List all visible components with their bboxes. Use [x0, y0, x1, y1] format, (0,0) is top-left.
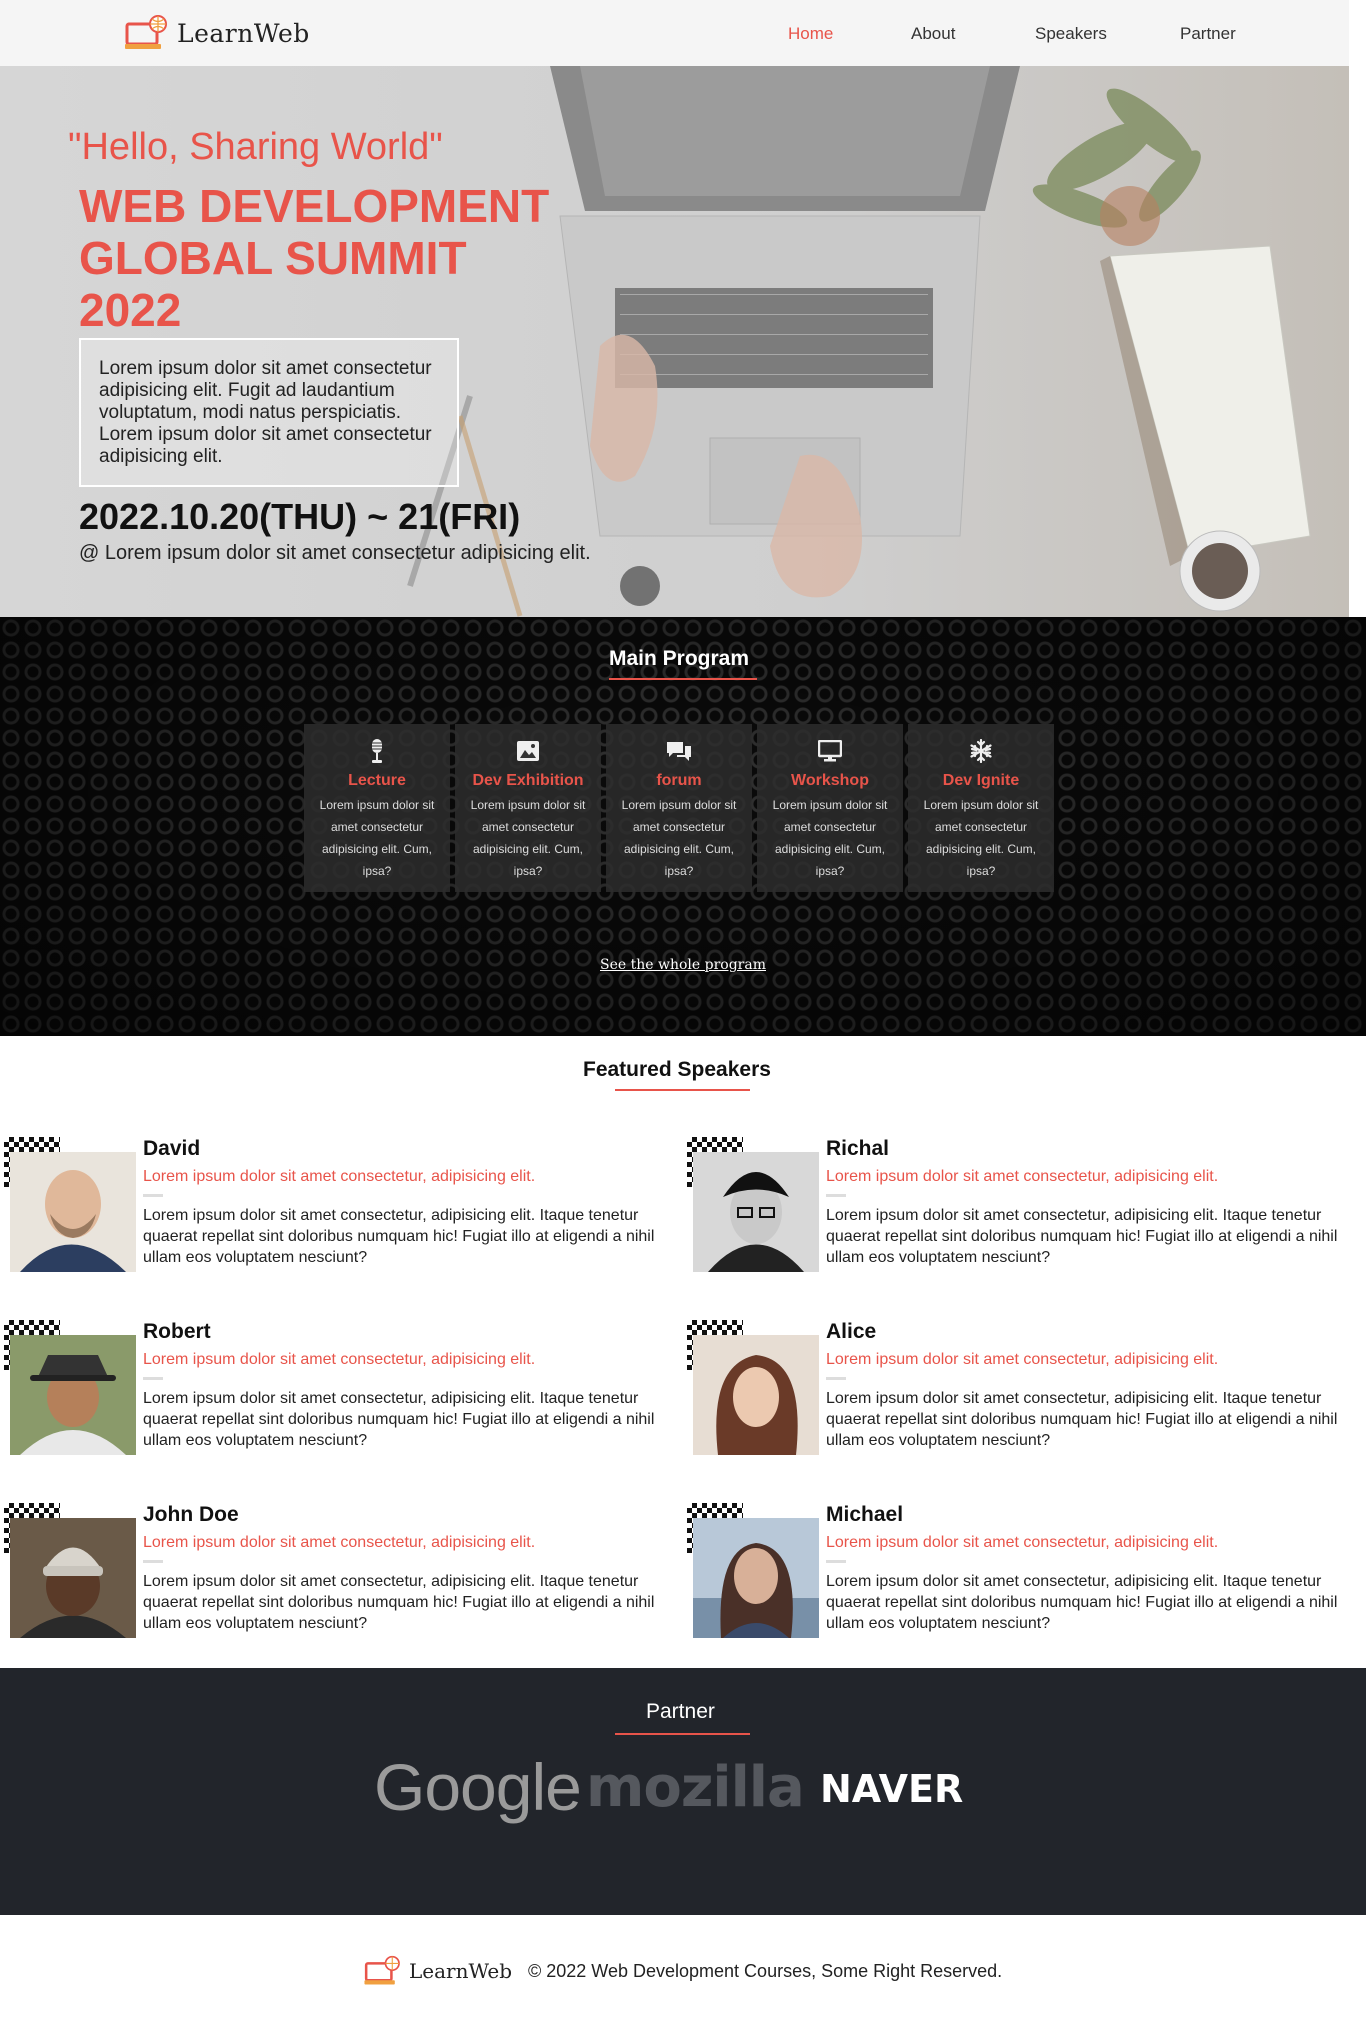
program-card-desc: Lorem ipsum dolor sit amet consectetur a… — [772, 798, 888, 878]
speaker-card[interactable]: Michael Lorem ipsum dolor sit amet conse… — [683, 1503, 1363, 1643]
site-logo[interactable]: LearnWeb — [125, 14, 310, 52]
snowflake-icon — [908, 738, 1054, 764]
naver-logo[interactable]: NAVER — [820, 1767, 963, 1811]
speaker-photo — [693, 1152, 819, 1272]
hero-title-line-1: WEB DEVELOPMENT — [79, 180, 550, 232]
nav-home[interactable]: Home — [788, 24, 833, 44]
program-card-dev-exhibition[interactable]: Dev Exhibition Lorem ipsum dolor sit ame… — [455, 724, 601, 892]
footer-logo[interactable]: LearnWeb — [364, 1955, 512, 1987]
speaker-role: Lorem ipsum dolor sit amet consectetur, … — [143, 1168, 536, 1185]
laptop-globe-logo-icon — [364, 1955, 400, 1985]
footer-logo-text: LearnWeb — [409, 1959, 513, 1983]
speaker-name: David — [143, 1137, 201, 1160]
speaker-divider — [143, 1194, 163, 1197]
hero-title-line-2: GLOBAL SUMMIT — [79, 232, 467, 284]
event-date: 2022.10.20(THU) ~ 21(FRI) — [79, 496, 521, 537]
speaker-name: Richal — [826, 1137, 890, 1160]
program-card-dev-ignite[interactable]: Dev Ignite Lorem ipsum dolor sit amet co… — [908, 724, 1054, 892]
program-card-title: Lecture — [348, 772, 406, 789]
speaker-card[interactable]: Alice Lorem ipsum dolor sit amet consect… — [683, 1320, 1363, 1460]
program-card-desc: Lorem ipsum dolor sit amet consectetur a… — [319, 798, 435, 878]
speaker-photo — [693, 1518, 819, 1638]
speaker-card[interactable]: John Doe Lorem ipsum dolor sit amet cons… — [0, 1503, 680, 1643]
hero-tagline: "Hello, Sharing World" — [68, 126, 443, 168]
speaker-divider — [826, 1377, 846, 1380]
hero-title-line-3: 2022 — [79, 284, 182, 336]
laptop-globe-logo-icon — [125, 15, 167, 49]
speaker-divider — [143, 1560, 163, 1563]
speaker-bio: Lorem ipsum dolor sit amet consectetur, … — [826, 1573, 1338, 1632]
speaker-divider — [143, 1377, 163, 1380]
speaker-photo — [10, 1152, 136, 1272]
logo-text: LearnWeb — [177, 18, 310, 48]
speaker-bio: Lorem ipsum dolor sit amet consectetur, … — [143, 1390, 655, 1449]
partner-section: Partner Google mozilla NAVER — [0, 1668, 1366, 1915]
hero-section: "Hello, Sharing World" WEB DEVELOPMENT G… — [0, 66, 1349, 617]
program-card-desc: Lorem ipsum dolor sit amet consectetur a… — [621, 798, 737, 878]
copyright-text: © 2022 Web Development Courses, Some Rig… — [528, 1961, 1003, 1981]
top-navbar: LearnWeb Home About Speakers Partner — [0, 0, 1349, 66]
speaker-divider — [826, 1560, 846, 1563]
program-card-title: Dev Ignite — [942, 772, 1020, 789]
program-title-underline — [609, 678, 757, 680]
speakers-title: Featured Speakers — [583, 1058, 771, 1081]
image-icon — [455, 738, 601, 764]
speaker-role: Lorem ipsum dolor sit amet consectetur, … — [826, 1351, 1219, 1368]
main-program-section: Main Program Lecture Lorem ipsum dolor s… — [0, 617, 1366, 1036]
speaker-bio: Lorem ipsum dolor sit amet consectetur, … — [826, 1390, 1338, 1449]
speaker-bio: Lorem ipsum dolor sit amet consectetur, … — [143, 1207, 655, 1266]
speaker-photo — [693, 1335, 819, 1455]
nav-about[interactable]: About — [911, 24, 955, 44]
speaker-photo — [10, 1335, 136, 1455]
speaker-photo — [10, 1518, 136, 1638]
see-whole-program-link[interactable]: See the whole program — [0, 957, 1366, 973]
program-card-workshop[interactable]: Workshop Lorem ipsum dolor sit amet cons… — [757, 724, 903, 892]
speaker-name: Alice — [826, 1320, 877, 1343]
program-cards: Lecture Lorem ipsum dolor sit amet conse… — [304, 724, 1054, 892]
microphone-icon — [304, 738, 450, 764]
partner-title-underline — [615, 1733, 750, 1735]
program-card-title: forum — [656, 772, 702, 789]
footer: LearnWeb © 2022 Web Development Courses,… — [0, 1915, 1366, 2038]
speaker-divider — [826, 1194, 846, 1197]
monitor-icon — [757, 738, 903, 764]
speaker-role: Lorem ipsum dolor sit amet consectetur, … — [143, 1351, 536, 1368]
program-card-lecture[interactable]: Lecture Lorem ipsum dolor sit amet conse… — [304, 724, 450, 892]
partner-title: Partner — [646, 1700, 715, 1723]
speaker-bio: Lorem ipsum dolor sit amet consectetur, … — [826, 1207, 1338, 1266]
program-card-desc: Lorem ipsum dolor sit amet consectetur a… — [923, 798, 1039, 878]
speaker-bio: Lorem ipsum dolor sit amet consectetur, … — [143, 1573, 655, 1632]
speaker-name: John Doe — [143, 1503, 239, 1526]
speaker-role: Lorem ipsum dolor sit amet consectetur, … — [826, 1168, 1219, 1185]
program-card-title: Dev Exhibition — [472, 772, 584, 789]
google-logo[interactable]: Google — [374, 1749, 582, 1825]
speaker-name: Michael — [826, 1503, 904, 1526]
nav-partner[interactable]: Partner — [1180, 24, 1236, 44]
event-venue: @ Lorem ipsum dolor sit amet consectetur… — [79, 542, 591, 564]
chat-icon — [606, 738, 752, 764]
speaker-card[interactable]: David Lorem ipsum dolor sit amet consect… — [0, 1137, 680, 1277]
featured-speakers-section: Featured Speakers David Lorem ipsum dolo… — [0, 1036, 1366, 1668]
mozilla-logo[interactable]: mozilla — [586, 1755, 805, 1820]
program-title: Main Program — [609, 647, 750, 670]
speaker-name: Robert — [143, 1320, 211, 1343]
nav-speakers[interactable]: Speakers — [1035, 24, 1107, 44]
hero-title: WEB DEVELOPMENT GLOBAL SUMMIT 2022 — [79, 180, 599, 336]
program-card-title: Workshop — [791, 772, 869, 789]
speaker-role: Lorem ipsum dolor sit amet consectetur, … — [143, 1534, 536, 1551]
hero-description: Lorem ipsum dolor sit amet consectetur a… — [79, 338, 459, 487]
speakers-title-underline — [615, 1089, 750, 1091]
speaker-role: Lorem ipsum dolor sit amet consectetur, … — [826, 1534, 1219, 1551]
program-card-desc: Lorem ipsum dolor sit amet consectetur a… — [470, 798, 586, 878]
speaker-card[interactable]: Richal Lorem ipsum dolor sit amet consec… — [683, 1137, 1363, 1277]
program-card-forum[interactable]: forum Lorem ipsum dolor sit amet consect… — [606, 724, 752, 892]
speaker-card[interactable]: Robert Lorem ipsum dolor sit amet consec… — [0, 1320, 680, 1460]
